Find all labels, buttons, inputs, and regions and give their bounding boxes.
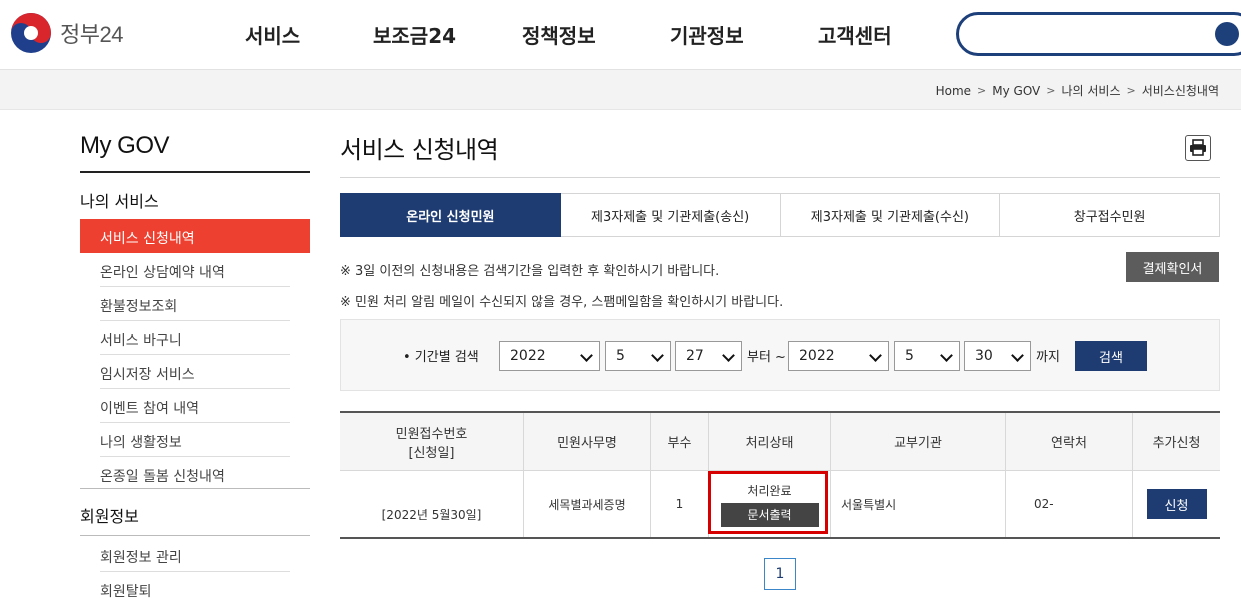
page-title: 서비스 신청내역 (340, 136, 499, 164)
print-button[interactable] (1185, 135, 1211, 161)
from-month-select[interactable]: 5 (605, 341, 671, 371)
tab-third-party-receive[interactable]: 제3자제출 및 기관제출(수신) (780, 193, 1001, 237)
divider (80, 535, 310, 536)
sidebar-item-member-manage[interactable]: 회원정보 관리 (100, 538, 290, 572)
sidebar-item-consultation[interactable]: 온라인 상담예약 내역 (100, 253, 290, 287)
divider (80, 171, 310, 173)
cell-contact: 02- (1006, 471, 1133, 537)
column-header-sub: [신청일] (408, 445, 455, 461)
search-icon[interactable] (1215, 22, 1239, 46)
tab-third-party-send[interactable]: 제3자제출 및 기관제출(송신) (560, 193, 781, 237)
from-year-select[interactable]: 2022 (499, 341, 600, 371)
payment-receipt-button[interactable]: 결제확인서 (1126, 252, 1219, 282)
logo-text: 정부24 (60, 22, 123, 47)
breadcrumb-bar: Home > My GOV > 나의 서비스 > 서비스신청내역 (0, 70, 1241, 110)
from-day-select[interactable]: 27 (675, 341, 742, 371)
breadcrumb-mygov[interactable]: My GOV (992, 84, 1040, 98)
apply-button[interactable]: 신청 (1146, 489, 1207, 519)
table-header: 민원접수번호 [신청일] 민원사무명 부수 처리상태 교부기관 연락처 추가신청 (340, 413, 1220, 471)
col-status: 처리상태 (709, 413, 831, 470)
highlight-box (708, 471, 828, 534)
sidebar-item-service-history[interactable]: 서비스 신청내역 (80, 219, 310, 253)
cell-copies: 1 (651, 471, 709, 537)
to-day-select[interactable]: 30 (964, 341, 1031, 371)
col-contact: 연락처 (1006, 413, 1133, 470)
chevron-right-icon: > (1126, 84, 1136, 97)
to-month-select[interactable]: 5 (894, 341, 960, 371)
from-label: 부터 ~ (747, 350, 786, 365)
sidebar-item-event[interactable]: 이벤트 참여 내역 (100, 389, 290, 423)
nav-service[interactable]: 서비스 (245, 20, 300, 49)
col-service-name: 민원사무명 (524, 413, 651, 470)
logo[interactable]: 정부24 (10, 12, 123, 54)
sidebar-item-life-info[interactable]: 나의 생활정보 (100, 423, 290, 457)
cell-agency: 서울특별시 (831, 471, 1006, 537)
col-receipt-no: 민원접수번호 [신청일] (340, 413, 524, 470)
divider (80, 488, 310, 489)
column-header: 민원접수번호 (395, 426, 468, 442)
cell-service: 세목별과세증명 (524, 471, 651, 537)
taegeuk-icon (11, 13, 51, 53)
chevron-right-icon: > (977, 84, 987, 97)
period-search-panel: • 기간별 검색 2022 5 27 부터 ~ 2022 5 30 까지 검색 (340, 319, 1220, 391)
sidebar-item-withdraw[interactable]: 회원탈퇴 (100, 572, 290, 605)
col-agency: 교부기관 (831, 413, 1006, 470)
sidebar-title: My GOV (80, 132, 170, 159)
sidebar-item-care[interactable]: 온종일 돌봄 신청내역 (100, 457, 290, 491)
sidebar-item-refund[interactable]: 환불정보조회 (100, 287, 290, 321)
nav-policy[interactable]: 정책정보 (522, 20, 596, 49)
col-extra-apply: 추가신청 (1152, 436, 1201, 451)
site-header: 정부24 서비스 보조금24 정책정보 기관정보 고객센터 (0, 0, 1241, 70)
sidebar-section-my-service[interactable]: 나의 서비스 (80, 188, 159, 212)
global-search (956, 12, 1241, 56)
sidebar-item-basket[interactable]: 서비스 바구니 (100, 321, 290, 355)
nav-agency[interactable]: 기관정보 (670, 20, 744, 49)
chevron-right-icon: > (1046, 84, 1056, 97)
printer-icon (1190, 139, 1206, 156)
to-year-select[interactable]: 2022 (788, 341, 889, 371)
search-button[interactable]: 검색 (1075, 341, 1147, 371)
page-number[interactable]: 1 (764, 558, 796, 590)
nav-subsidy[interactable]: 보조금24 (373, 20, 456, 49)
search-input[interactable] (977, 15, 1227, 53)
notice-text: ※ 3일 이전의 신청내용은 검색기간을 입력한 후 확인하시기 바랍니다. (340, 264, 720, 279)
to-label: 까지 (1036, 350, 1060, 365)
breadcrumb: Home > My GOV > 나의 서비스 > 서비스신청내역 (936, 82, 1219, 99)
breadcrumb-my-service[interactable]: 나의 서비스 (1061, 82, 1120, 99)
breadcrumb-home[interactable]: Home (936, 84, 971, 98)
cell-date: [2022년 5월30일] (340, 471, 524, 537)
notice-text: ※ 민원 처리 알림 메일이 수신되지 않을 경우, 스팸메일함을 확인하시기 … (340, 295, 784, 310)
period-search-label: • 기간별 검색 (403, 350, 479, 365)
tab-list: 온라인 신청민원 제3자제출 및 기관제출(송신) 제3자제출 및 기관제출(수… (340, 193, 1220, 237)
tab-online[interactable]: 온라인 신청민원 (340, 193, 561, 237)
cell-extra-apply: 신청 (1133, 471, 1220, 537)
divider (340, 177, 1220, 178)
breadcrumb-current[interactable]: 서비스신청내역 (1142, 82, 1219, 99)
sidebar-item-temp-save[interactable]: 임시저장 서비스 (100, 355, 290, 389)
tab-counter[interactable]: 창구접수민원 (1000, 193, 1220, 237)
nav-customer-center[interactable]: 고객센터 (818, 20, 892, 49)
col-copies: 부수 (651, 413, 709, 470)
sidebar-section-member[interactable]: 회원정보 (80, 503, 139, 527)
